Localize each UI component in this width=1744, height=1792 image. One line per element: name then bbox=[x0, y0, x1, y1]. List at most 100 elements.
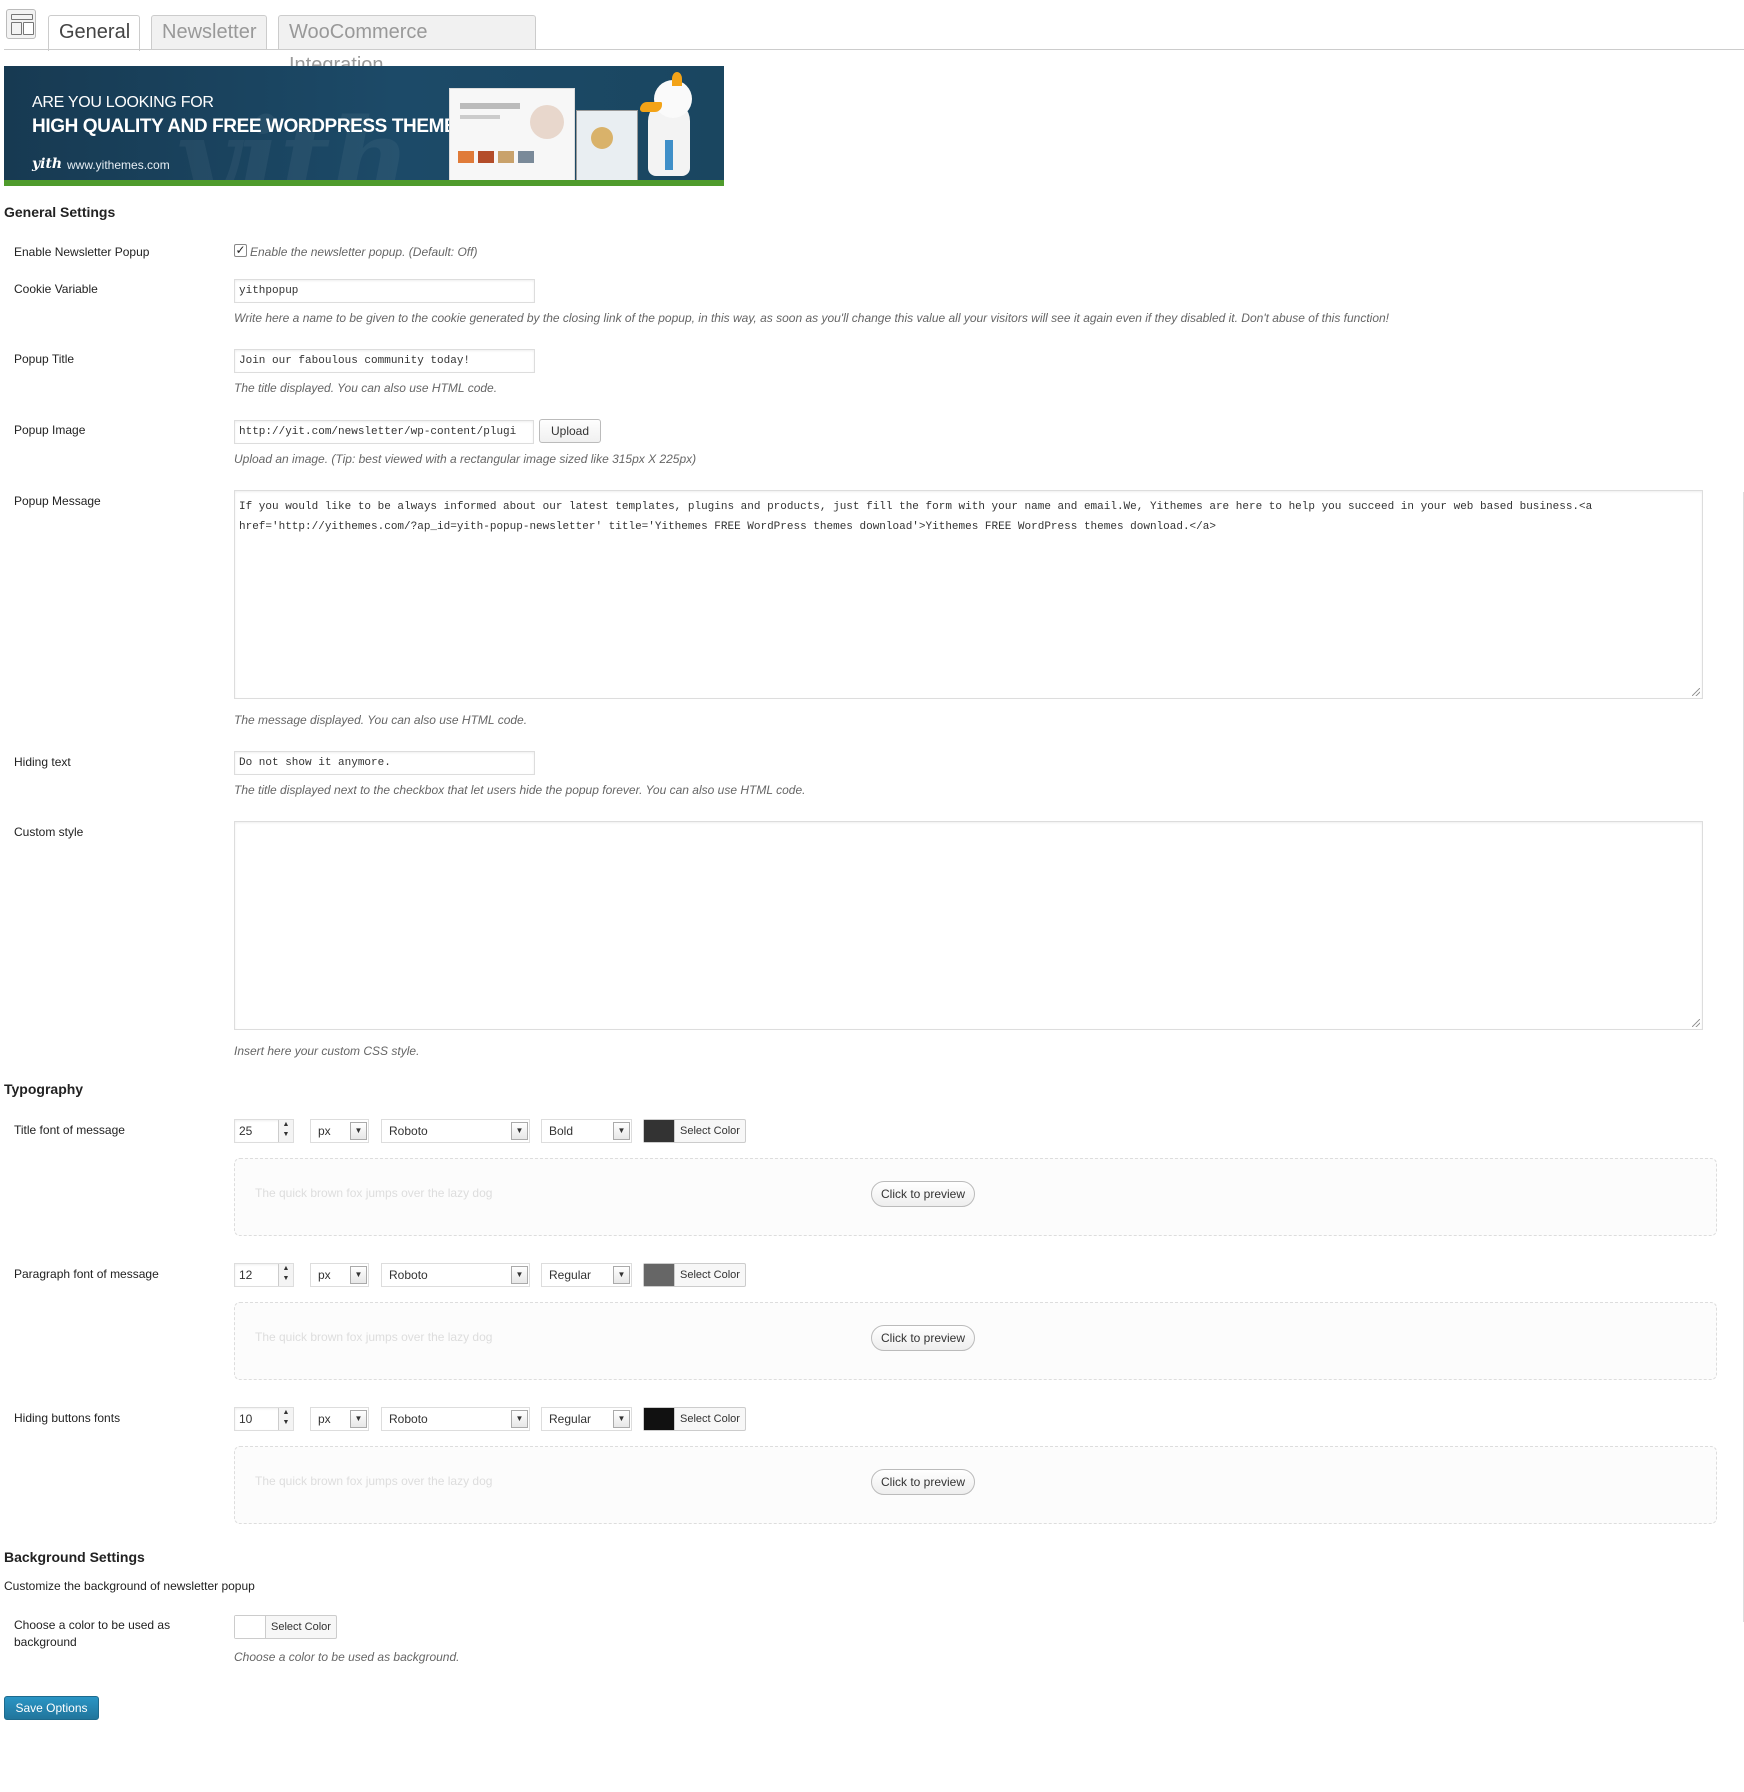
banner-url: www.yithemes.com bbox=[67, 158, 170, 172]
paragraph-font-label: Paragraph font of message bbox=[14, 1267, 159, 1281]
chevron-down-icon: ▼ bbox=[613, 1122, 630, 1140]
duck-beak bbox=[640, 102, 662, 112]
popup-message-label: Popup Message bbox=[14, 494, 101, 508]
color-swatch bbox=[644, 1408, 675, 1430]
font-preview-box: The quick brown fox jumps over the lazy … bbox=[234, 1302, 1717, 1380]
tab-newsletter-label: Newsletter bbox=[162, 21, 257, 43]
font-size-spinner[interactable]: 12 ▲ ▼ bbox=[234, 1263, 294, 1287]
font-family-select[interactable]: Roboto ▼ bbox=[381, 1263, 530, 1287]
hiding-text-label: Hiding text bbox=[14, 755, 71, 769]
resize-handle[interactable] bbox=[1692, 688, 1700, 696]
font-family-value: Roboto bbox=[389, 1412, 428, 1426]
popup-image-label: Popup Image bbox=[14, 423, 86, 437]
cookie-variable-desc: Write here a name to be given to the coo… bbox=[234, 311, 1390, 325]
font-unit-select[interactable]: px ▼ bbox=[310, 1119, 369, 1143]
custom-style-desc: Insert here your custom CSS style. bbox=[234, 1044, 420, 1058]
resize-handle[interactable] bbox=[1692, 1019, 1700, 1027]
settings-screen-icon bbox=[6, 9, 36, 39]
upload-button[interactable]: Upload bbox=[539, 419, 601, 443]
popup-image-input[interactable]: http://yit.com/newsletter/wp-content/plu… bbox=[234, 420, 534, 444]
font-weight-select[interactable]: Regular ▼ bbox=[541, 1407, 632, 1431]
popup-message-desc: The message displayed. You can also use … bbox=[234, 713, 528, 727]
click-to-preview-button[interactable]: Click to preview bbox=[871, 1325, 975, 1351]
chevron-down-icon: ▼ bbox=[350, 1122, 367, 1140]
chevron-down-icon: ▼ bbox=[613, 1410, 630, 1428]
promo-banner[interactable]: yith ARE YOU LOOKING FOR HIGH QUALITY AN… bbox=[4, 66, 724, 186]
tab-general-label: General bbox=[59, 21, 131, 43]
popup-message-textarea[interactable]: If you would like to be always informed … bbox=[234, 490, 1703, 699]
font-size-value: 10 bbox=[239, 1412, 253, 1426]
banner-strip bbox=[4, 180, 724, 186]
chevron-down-icon: ▼ bbox=[350, 1410, 367, 1428]
background-subheading: Customize the background of newsletter p… bbox=[4, 1579, 255, 1593]
font-unit-select[interactable]: px ▼ bbox=[310, 1263, 369, 1287]
general-settings-heading: General Settings bbox=[4, 204, 116, 220]
font-preview-box: The quick brown fox jumps over the lazy … bbox=[234, 1158, 1717, 1236]
select-color-label: Select Color bbox=[680, 1125, 740, 1137]
background-settings-heading: Background Settings bbox=[4, 1549, 145, 1565]
banner-theme-mockup-image bbox=[449, 88, 575, 186]
color-swatch bbox=[644, 1264, 675, 1286]
hiding-text-input[interactable]: Do not show it anymore. bbox=[234, 751, 535, 775]
title-font-label: Title font of message bbox=[14, 1123, 125, 1137]
font-size-spinner[interactable]: 25 ▲ ▼ bbox=[234, 1119, 294, 1143]
font-weight-select[interactable]: Regular ▼ bbox=[541, 1263, 632, 1287]
preview-text: The quick brown fox jumps over the lazy … bbox=[255, 1474, 493, 1488]
banner-device-mockup-image bbox=[576, 110, 638, 186]
spinner-arrows-icon[interactable]: ▲ ▼ bbox=[278, 1264, 293, 1286]
popup-message-text: If you would like to be always informed … bbox=[239, 501, 1593, 533]
chevron-down-icon: ▼ bbox=[613, 1266, 630, 1284]
font-family-select[interactable]: Roboto ▼ bbox=[381, 1119, 530, 1143]
preview-text: The quick brown fox jumps over the lazy … bbox=[255, 1186, 493, 1200]
popup-image-desc: Upload an image. (Tip: best viewed with … bbox=[234, 452, 697, 466]
font-size-spinner[interactable]: 10 ▲ ▼ bbox=[234, 1407, 294, 1431]
cookie-variable-input[interactable]: yithpopup bbox=[234, 279, 535, 303]
click-to-preview-button[interactable]: Click to preview bbox=[871, 1181, 975, 1207]
font-unit-value: px bbox=[318, 1268, 331, 1282]
chevron-down-icon: ▼ bbox=[350, 1266, 367, 1284]
banner-line-2: HIGH QUALITY AND FREE WORDPRESS THEMES? bbox=[32, 116, 480, 137]
font-family-value: Roboto bbox=[389, 1124, 428, 1138]
color-picker-button[interactable]: Select Color bbox=[643, 1263, 746, 1287]
chevron-down-icon: ▼ bbox=[511, 1410, 528, 1428]
enable-popup-checkbox[interactable]: ✓ bbox=[234, 244, 247, 257]
enable-popup-label: Enable Newsletter Popup bbox=[14, 245, 150, 259]
custom-style-label: Custom style bbox=[14, 825, 84, 839]
font-family-select[interactable]: Roboto ▼ bbox=[381, 1407, 530, 1431]
spinner-arrows-icon[interactable]: ▲ ▼ bbox=[278, 1408, 293, 1430]
popup-title-desc: The title displayed. You can also use HT… bbox=[234, 381, 498, 395]
spinner-arrows-icon[interactable]: ▲ ▼ bbox=[278, 1120, 293, 1142]
save-options-button[interactable]: Save Options bbox=[4, 1696, 99, 1720]
tab-newsletter[interactable]: Newsletter bbox=[151, 15, 267, 50]
tab-woocommerce-integration[interactable]: WooCommerce Integration bbox=[278, 15, 536, 76]
color-picker-button[interactable]: Select Color bbox=[643, 1407, 746, 1431]
popup-title-input[interactable]: Join our faboulous community today! bbox=[234, 349, 535, 373]
font-size-value: 25 bbox=[239, 1124, 253, 1138]
font-weight-value: Regular bbox=[549, 1268, 592, 1282]
background-color-desc: Choose a color to be used as background. bbox=[234, 1650, 460, 1664]
background-color-picker-button[interactable]: Select Color bbox=[234, 1615, 337, 1639]
color-picker-button[interactable]: Select Color bbox=[643, 1119, 746, 1143]
click-to-preview-button[interactable]: Click to preview bbox=[871, 1469, 975, 1495]
preview-text: The quick brown fox jumps over the lazy … bbox=[255, 1330, 493, 1344]
font-unit-select[interactable]: px ▼ bbox=[310, 1407, 369, 1431]
custom-style-textarea[interactable] bbox=[234, 821, 1703, 1030]
duck-tuft bbox=[672, 72, 682, 86]
select-color-label: Select Color bbox=[271, 1621, 331, 1633]
color-swatch bbox=[235, 1616, 266, 1638]
typography-heading: Typography bbox=[4, 1081, 84, 1097]
tab-general[interactable]: General bbox=[48, 15, 140, 51]
select-color-label: Select Color bbox=[680, 1269, 740, 1281]
chevron-down-icon: ▼ bbox=[511, 1122, 528, 1140]
font-size-value: 12 bbox=[239, 1268, 253, 1282]
tabs-divider bbox=[4, 49, 1744, 50]
hiding-buttons-font-label: Hiding buttons fonts bbox=[14, 1411, 121, 1425]
hiding-text-desc: The title displayed next to the checkbox… bbox=[234, 783, 806, 797]
font-weight-select[interactable]: Bold ▼ bbox=[541, 1119, 632, 1143]
cookie-variable-label: Cookie Variable bbox=[14, 282, 98, 296]
font-unit-value: px bbox=[318, 1124, 331, 1138]
font-weight-value: Regular bbox=[549, 1412, 592, 1426]
color-swatch bbox=[644, 1120, 675, 1142]
font-weight-value: Bold bbox=[549, 1124, 574, 1138]
font-family-value: Roboto bbox=[389, 1268, 428, 1282]
